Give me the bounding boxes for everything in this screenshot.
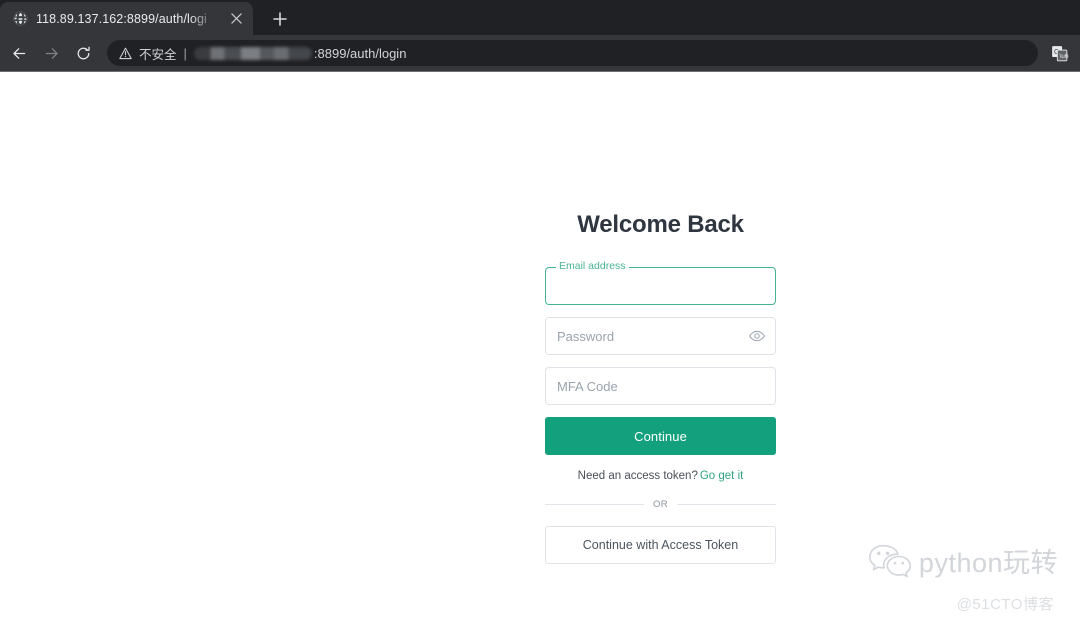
watermark-brand-text: python玩转 xyxy=(918,548,1058,578)
not-secure-warning-icon[interactable] xyxy=(119,47,133,60)
continue-with-access-token-button[interactable]: Continue with Access Token xyxy=(545,526,776,564)
reload-icon xyxy=(77,46,90,59)
address-bar[interactable]: 不安全 | :8899/auth/login xyxy=(107,40,1038,66)
mfa-input[interactable] xyxy=(546,368,775,404)
access-token-prompt-text: Need an access token? xyxy=(577,470,698,482)
or-label: OR xyxy=(652,499,669,510)
page-title: Welcome Back xyxy=(577,211,744,238)
omnibox-separator: | xyxy=(183,45,187,61)
reload-button[interactable] xyxy=(68,38,98,68)
watermark: python玩转 @51CTO博客 xyxy=(868,543,1058,614)
redacted-host xyxy=(193,46,312,60)
divider-line-left xyxy=(545,504,644,505)
arrow-left-icon xyxy=(12,47,25,59)
back-button[interactable] xyxy=(4,38,34,68)
security-status-text: 不安全 xyxy=(139,47,177,62)
forward-button[interactable] xyxy=(36,38,66,68)
watermark-credit: @51CTO博客 xyxy=(956,596,1054,613)
tab-strip: 118.89.137.162:8899/auth/logi xyxy=(0,0,1080,35)
arrow-right-icon xyxy=(45,47,58,59)
browser-tab[interactable]: 118.89.137.162:8899/auth/logi xyxy=(0,2,253,35)
email-input[interactable] xyxy=(545,267,776,305)
svg-text:\u6587: \u6587 xyxy=(1059,53,1069,60)
watermark-brand-row: python玩转 xyxy=(868,543,1058,584)
address-bar-url: :8899/auth/login xyxy=(313,45,407,61)
go-get-it-link[interactable]: Go get it xyxy=(700,470,743,482)
access-token-prompt: Need an access token? Go get it xyxy=(545,470,776,482)
translate-icon[interactable]: G \u6587 xyxy=(1046,40,1072,66)
or-divider: OR xyxy=(545,499,776,510)
login-form: Welcome Back Email address Password MFA … xyxy=(545,211,776,564)
wechat-icon xyxy=(868,543,912,584)
tab-title: 118.89.137.162:8899/auth/logi xyxy=(36,11,207,26)
mfa-field[interactable] xyxy=(545,367,776,405)
browser-toolbar: 不安全 | :8899/auth/login G \u6587 xyxy=(0,35,1080,72)
page-viewport: Welcome Back Email address Password MFA … xyxy=(0,72,1080,622)
close-icon[interactable] xyxy=(227,10,245,28)
new-tab-button[interactable] xyxy=(265,5,295,33)
password-input[interactable] xyxy=(546,318,744,354)
password-field[interactable] xyxy=(545,317,776,355)
globe-icon xyxy=(12,11,28,27)
eye-icon[interactable] xyxy=(744,323,770,349)
continue-button[interactable]: Continue xyxy=(545,417,776,455)
email-field[interactable]: Email address xyxy=(545,260,776,305)
browser-window: 118.89.137.162:8899/auth/logi 不安全 |:889… xyxy=(0,0,1080,622)
divider-line-right xyxy=(677,504,776,505)
